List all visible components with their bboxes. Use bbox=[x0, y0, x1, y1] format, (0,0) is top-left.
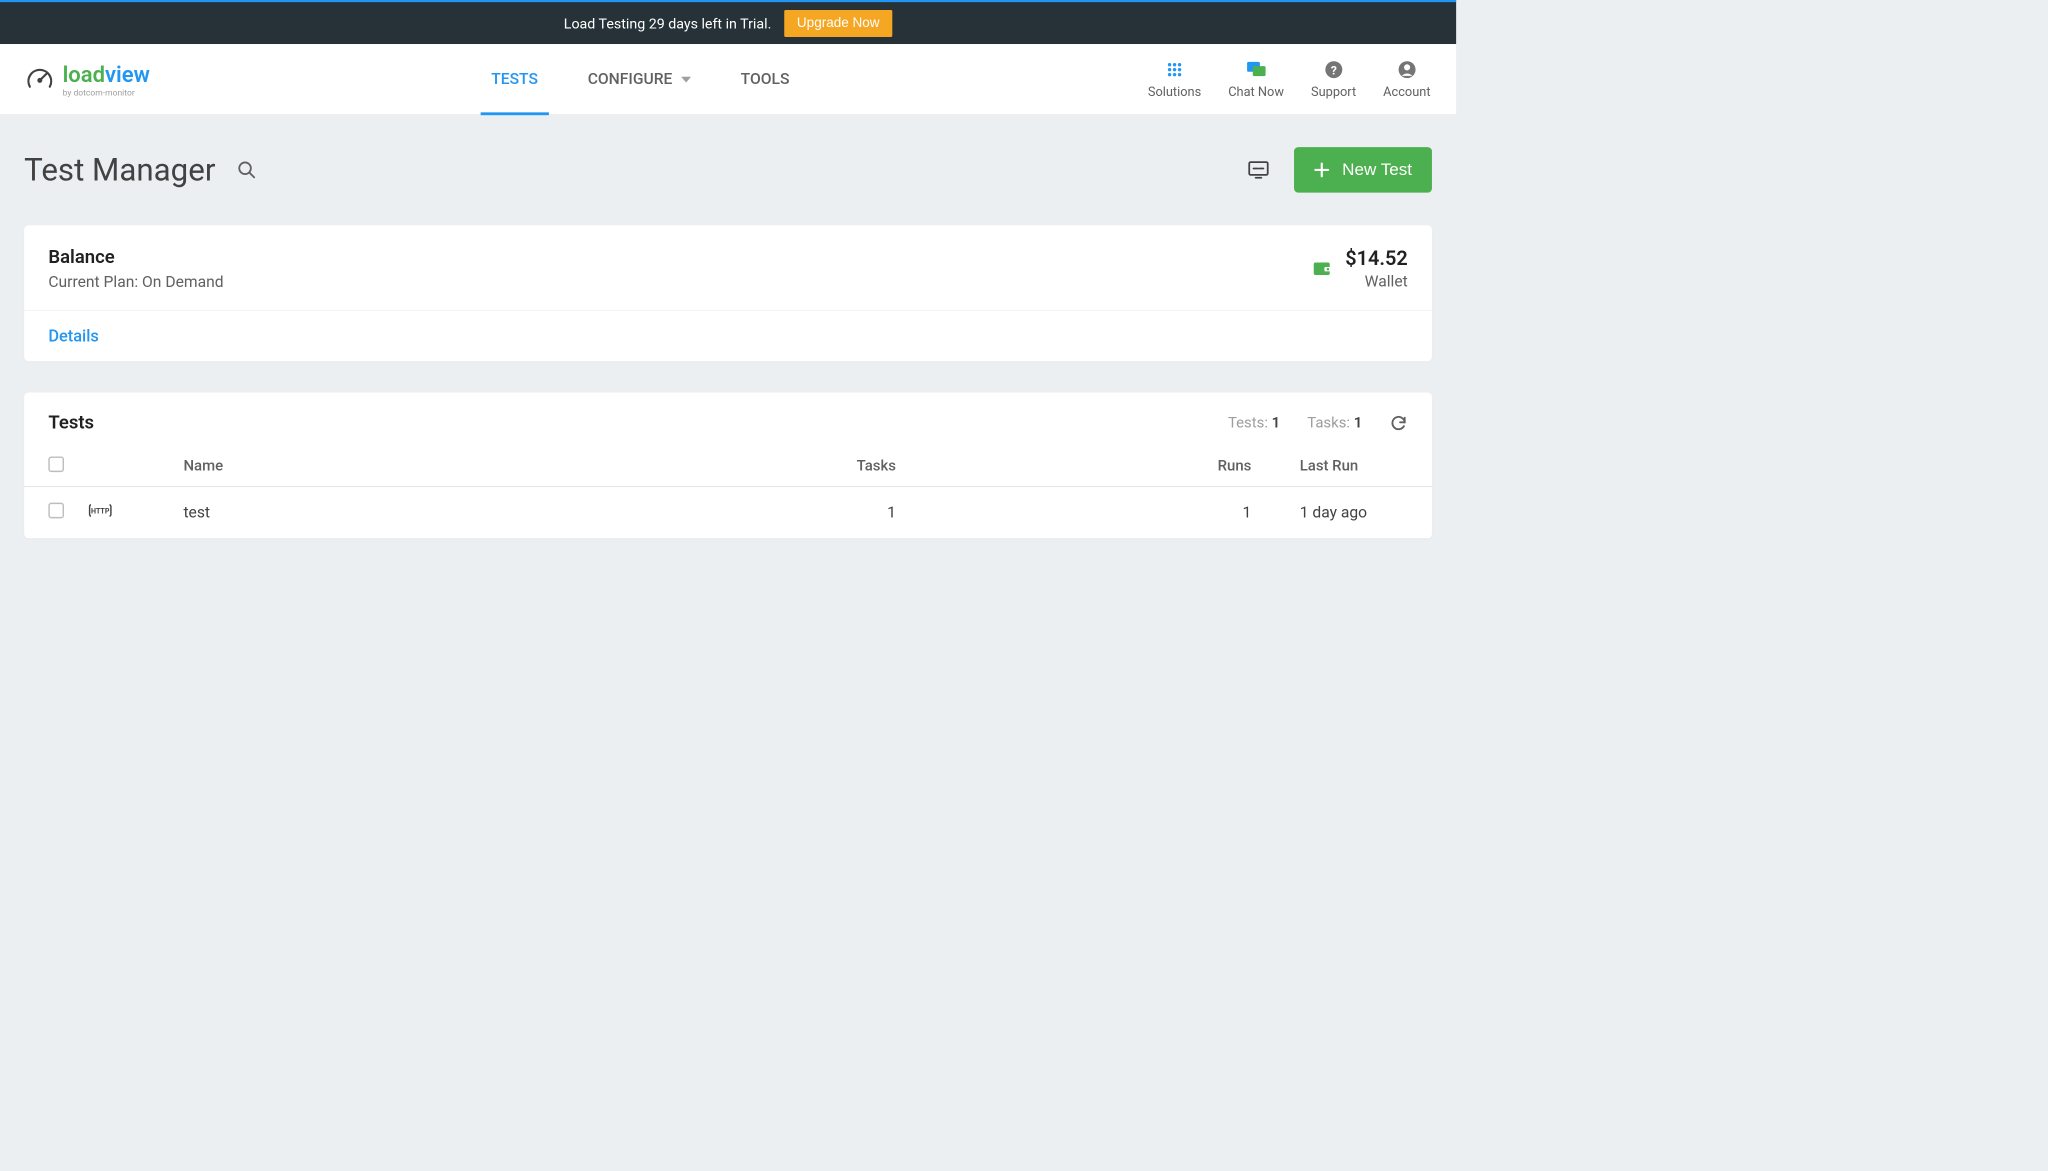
tab-configure[interactable]: CONFIGURE bbox=[588, 44, 691, 114]
logo-text-load: load bbox=[63, 61, 105, 87]
balance-plan-prefix: Current Plan: bbox=[48, 274, 142, 292]
logo-text-view: view bbox=[105, 61, 150, 87]
tests-table: Name Tasks Runs Last Run HTTP bbox=[24, 447, 1432, 539]
balance-title: Balance bbox=[48, 247, 223, 268]
new-test-button[interactable]: New Test bbox=[1294, 147, 1432, 193]
upgrade-button[interactable]: Upgrade Now bbox=[784, 10, 892, 37]
balance-plan: Current Plan: On Demand bbox=[48, 274, 223, 292]
col-runs: Runs bbox=[920, 447, 1275, 487]
svg-text:HTTP: HTTP bbox=[91, 506, 110, 515]
balance-card: Balance Current Plan: On Demand $14.52 W… bbox=[24, 225, 1432, 361]
tab-tests-label: TESTS bbox=[491, 70, 538, 88]
tab-configure-label: CONFIGURE bbox=[588, 70, 673, 88]
page-title: Test Manager bbox=[24, 151, 215, 188]
tab-tests[interactable]: TESTS bbox=[491, 44, 538, 114]
select-all-checkbox[interactable] bbox=[48, 456, 64, 472]
tests-card: Tests Tests: 1 Tasks: 1 bbox=[24, 392, 1432, 538]
nav-chat-label: Chat Now bbox=[1228, 85, 1284, 100]
wallet-icon bbox=[1311, 258, 1332, 279]
refresh-icon[interactable] bbox=[1389, 414, 1407, 432]
nav-chat[interactable]: Chat Now bbox=[1228, 59, 1284, 100]
nav-support-label: Support bbox=[1311, 85, 1356, 100]
row-runs: 1 bbox=[920, 487, 1275, 539]
tab-tools[interactable]: TOOLS bbox=[741, 44, 790, 114]
row-name: test bbox=[159, 487, 540, 539]
nav-solutions[interactable]: Solutions bbox=[1148, 59, 1201, 100]
balance-plan-name: On Demand bbox=[142, 274, 224, 292]
chevron-down-icon bbox=[681, 76, 691, 82]
tasks-count-wrap: Tasks: 1 bbox=[1307, 415, 1362, 432]
top-nav: loadview by dotcom-monitor TESTS CONFIGU… bbox=[0, 44, 1456, 115]
row-checkbox[interactable] bbox=[48, 503, 64, 519]
nav-account-label: Account bbox=[1383, 85, 1430, 100]
row-tasks: 1 bbox=[540, 487, 920, 539]
col-last-run: Last Run bbox=[1276, 447, 1432, 487]
balance-amount: $14.52 bbox=[1345, 247, 1408, 270]
plus-icon bbox=[1314, 162, 1330, 178]
nav-solutions-label: Solutions bbox=[1148, 85, 1201, 100]
tasks-count-value: 1 bbox=[1354, 415, 1363, 432]
col-name: Name bbox=[159, 447, 540, 487]
gauge-icon bbox=[26, 65, 54, 93]
tests-count-value: 1 bbox=[1272, 415, 1281, 432]
nav-support[interactable]: ? Support bbox=[1311, 59, 1356, 100]
new-test-label: New Test bbox=[1342, 160, 1412, 180]
tasks-count-label: Tasks: bbox=[1307, 415, 1350, 432]
table-row[interactable]: HTTP test 1 1 1 day ago bbox=[24, 487, 1432, 539]
trial-message: Load Testing 29 days left in Trial. bbox=[564, 15, 772, 32]
svg-text:?: ? bbox=[1330, 64, 1336, 78]
http-icon: HTTP bbox=[88, 501, 112, 519]
search-icon[interactable] bbox=[237, 160, 257, 180]
tests-title: Tests bbox=[48, 412, 94, 433]
tests-count-label: Tests: bbox=[1228, 415, 1268, 432]
grid-icon bbox=[1166, 61, 1183, 78]
account-icon bbox=[1398, 60, 1416, 78]
help-icon: ? bbox=[1324, 60, 1342, 78]
page-content: Test Manager New Test bbox=[0, 115, 1456, 570]
logo[interactable]: loadview by dotcom-monitor bbox=[26, 61, 150, 97]
nav-icons: Solutions Chat Now ? Support bbox=[1148, 59, 1431, 100]
nav-tabs: TESTS CONFIGURE TOOLS bbox=[491, 44, 789, 114]
monitor-icon[interactable] bbox=[1247, 159, 1270, 182]
page-header: Test Manager New Test bbox=[24, 147, 1432, 193]
trial-banner: Load Testing 29 days left in Trial. Upgr… bbox=[0, 0, 1456, 44]
col-tasks: Tasks bbox=[540, 447, 920, 487]
nav-account[interactable]: Account bbox=[1383, 59, 1430, 100]
balance-details-link[interactable]: Details bbox=[24, 311, 1432, 361]
row-last-run: 1 day ago bbox=[1276, 487, 1432, 539]
logo-tagline: by dotcom-monitor bbox=[63, 87, 150, 97]
tab-tools-label: TOOLS bbox=[741, 70, 790, 88]
chat-icon bbox=[1245, 60, 1266, 78]
wallet-label: Wallet bbox=[1345, 273, 1408, 291]
tests-count-wrap: Tests: 1 bbox=[1228, 415, 1280, 432]
